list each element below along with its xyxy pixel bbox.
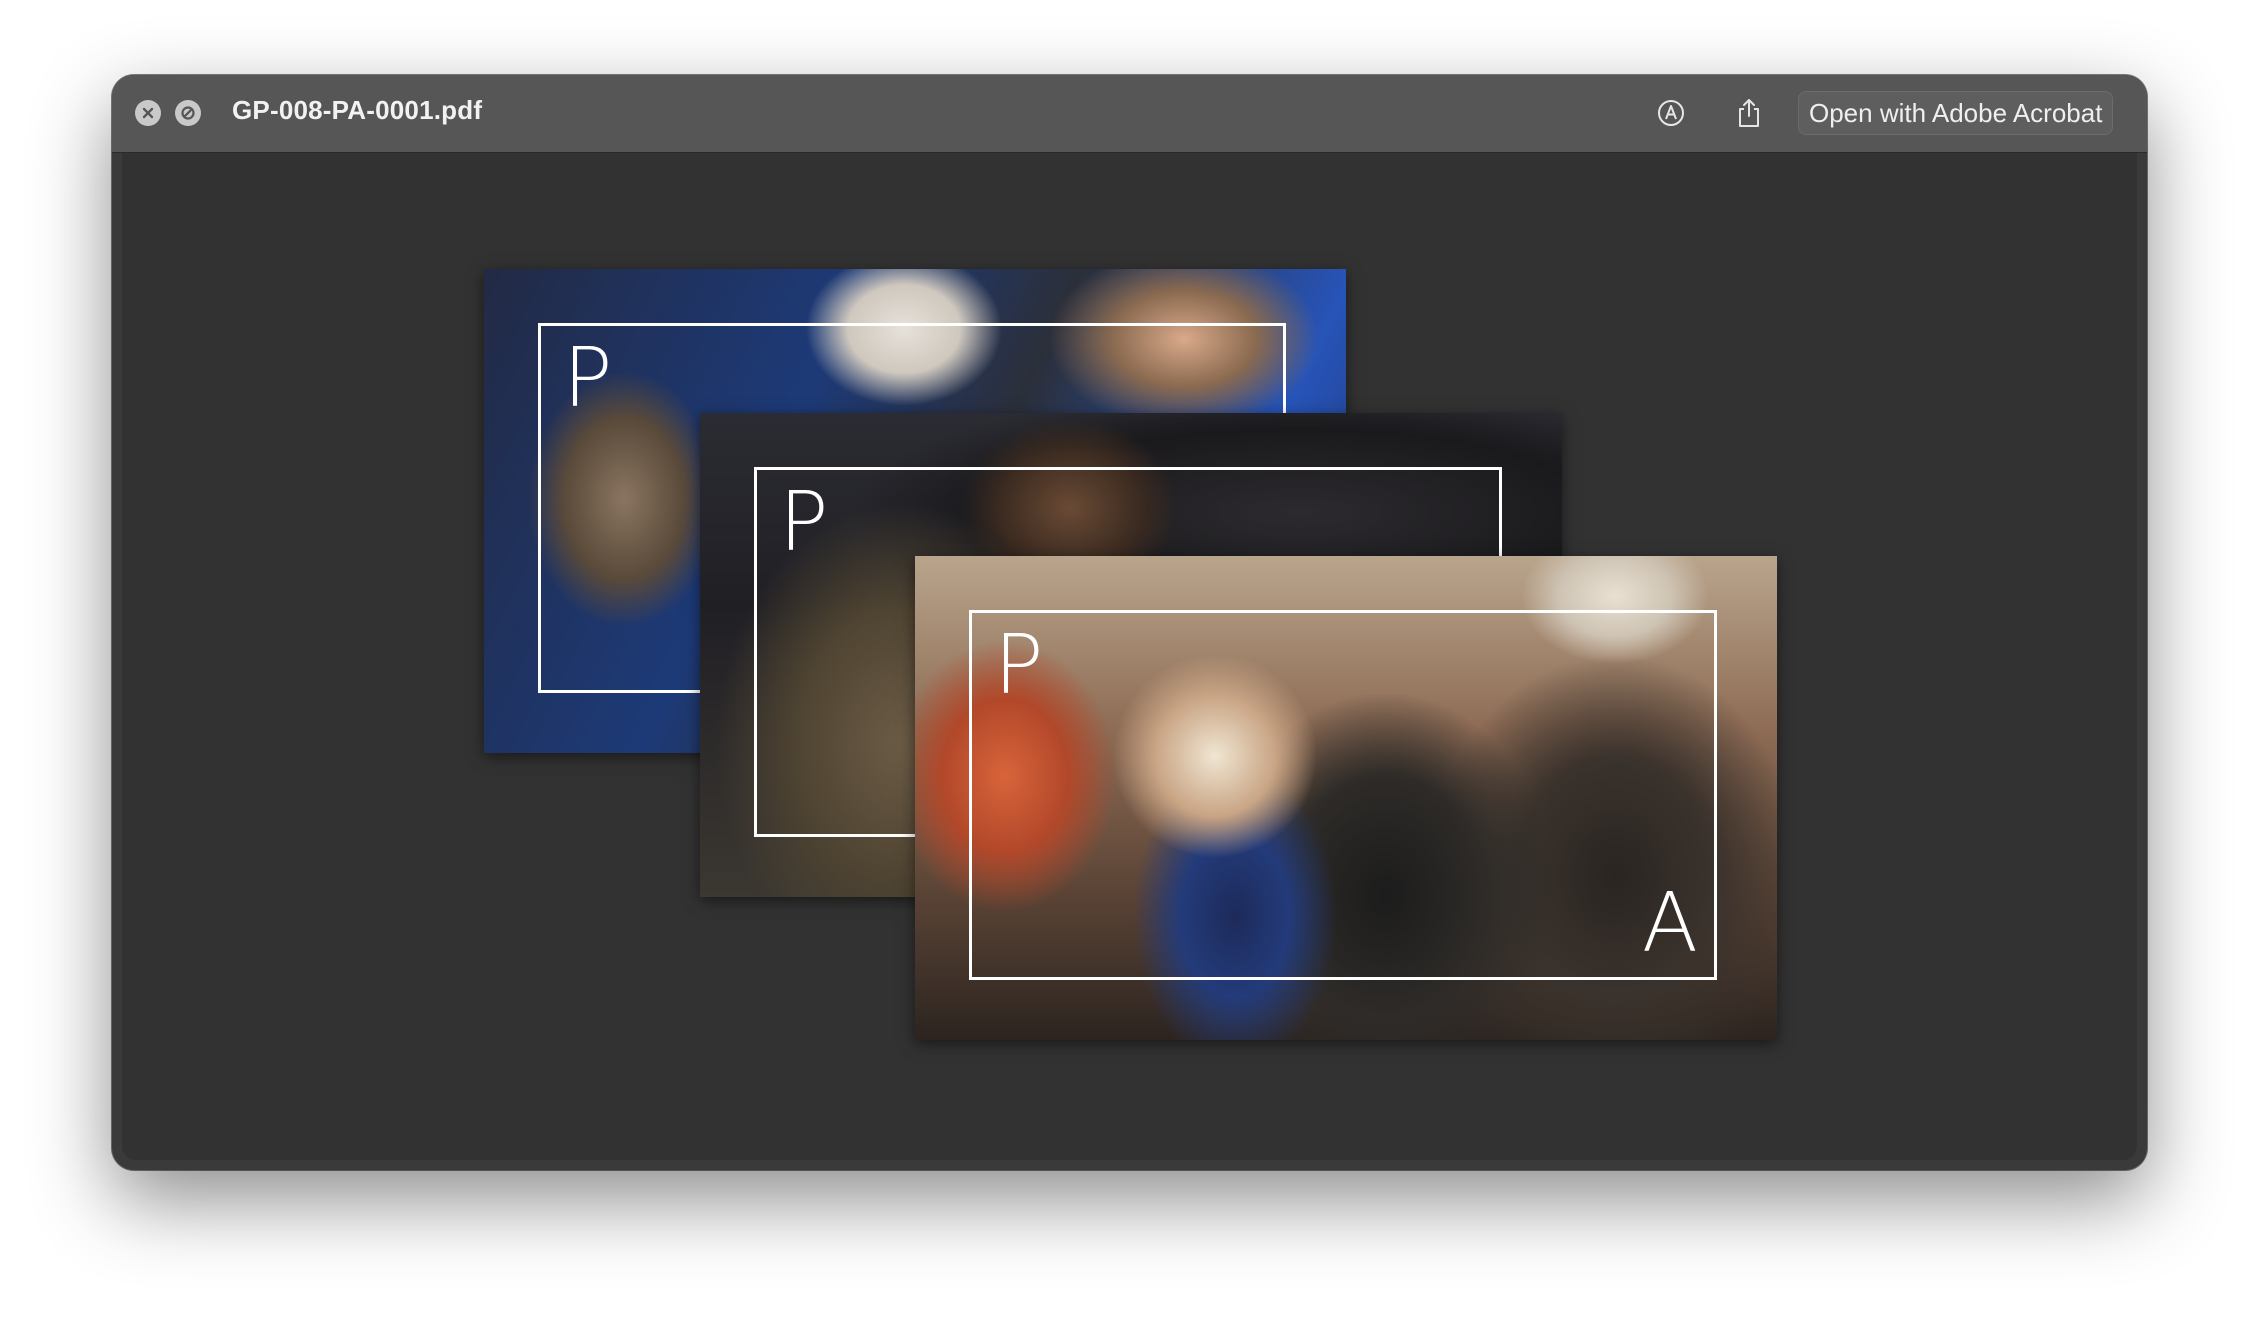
block-icon[interactable] — [175, 100, 201, 126]
markup-icon[interactable] — [1654, 96, 1688, 130]
frame-letter: P — [779, 475, 829, 570]
window-title: GP-008-PA-0001.pdf — [232, 95, 483, 125]
frame-letter-bottom: A — [1641, 876, 1698, 971]
share-icon[interactable] — [1732, 96, 1766, 130]
frame-letter: P — [563, 331, 613, 426]
title-bar: GP-008-PA-0001.pdf Open with Adobe Acrob… — [112, 75, 2147, 153]
page-frame: P A — [969, 610, 1717, 980]
frame-letter-top: P — [994, 618, 1044, 713]
page-thumbnail-3[interactable]: P A — [915, 556, 1777, 1040]
open-with-acrobat-button[interactable]: Open with Adobe Acrobat — [1798, 91, 2114, 135]
close-icon[interactable] — [135, 100, 161, 126]
